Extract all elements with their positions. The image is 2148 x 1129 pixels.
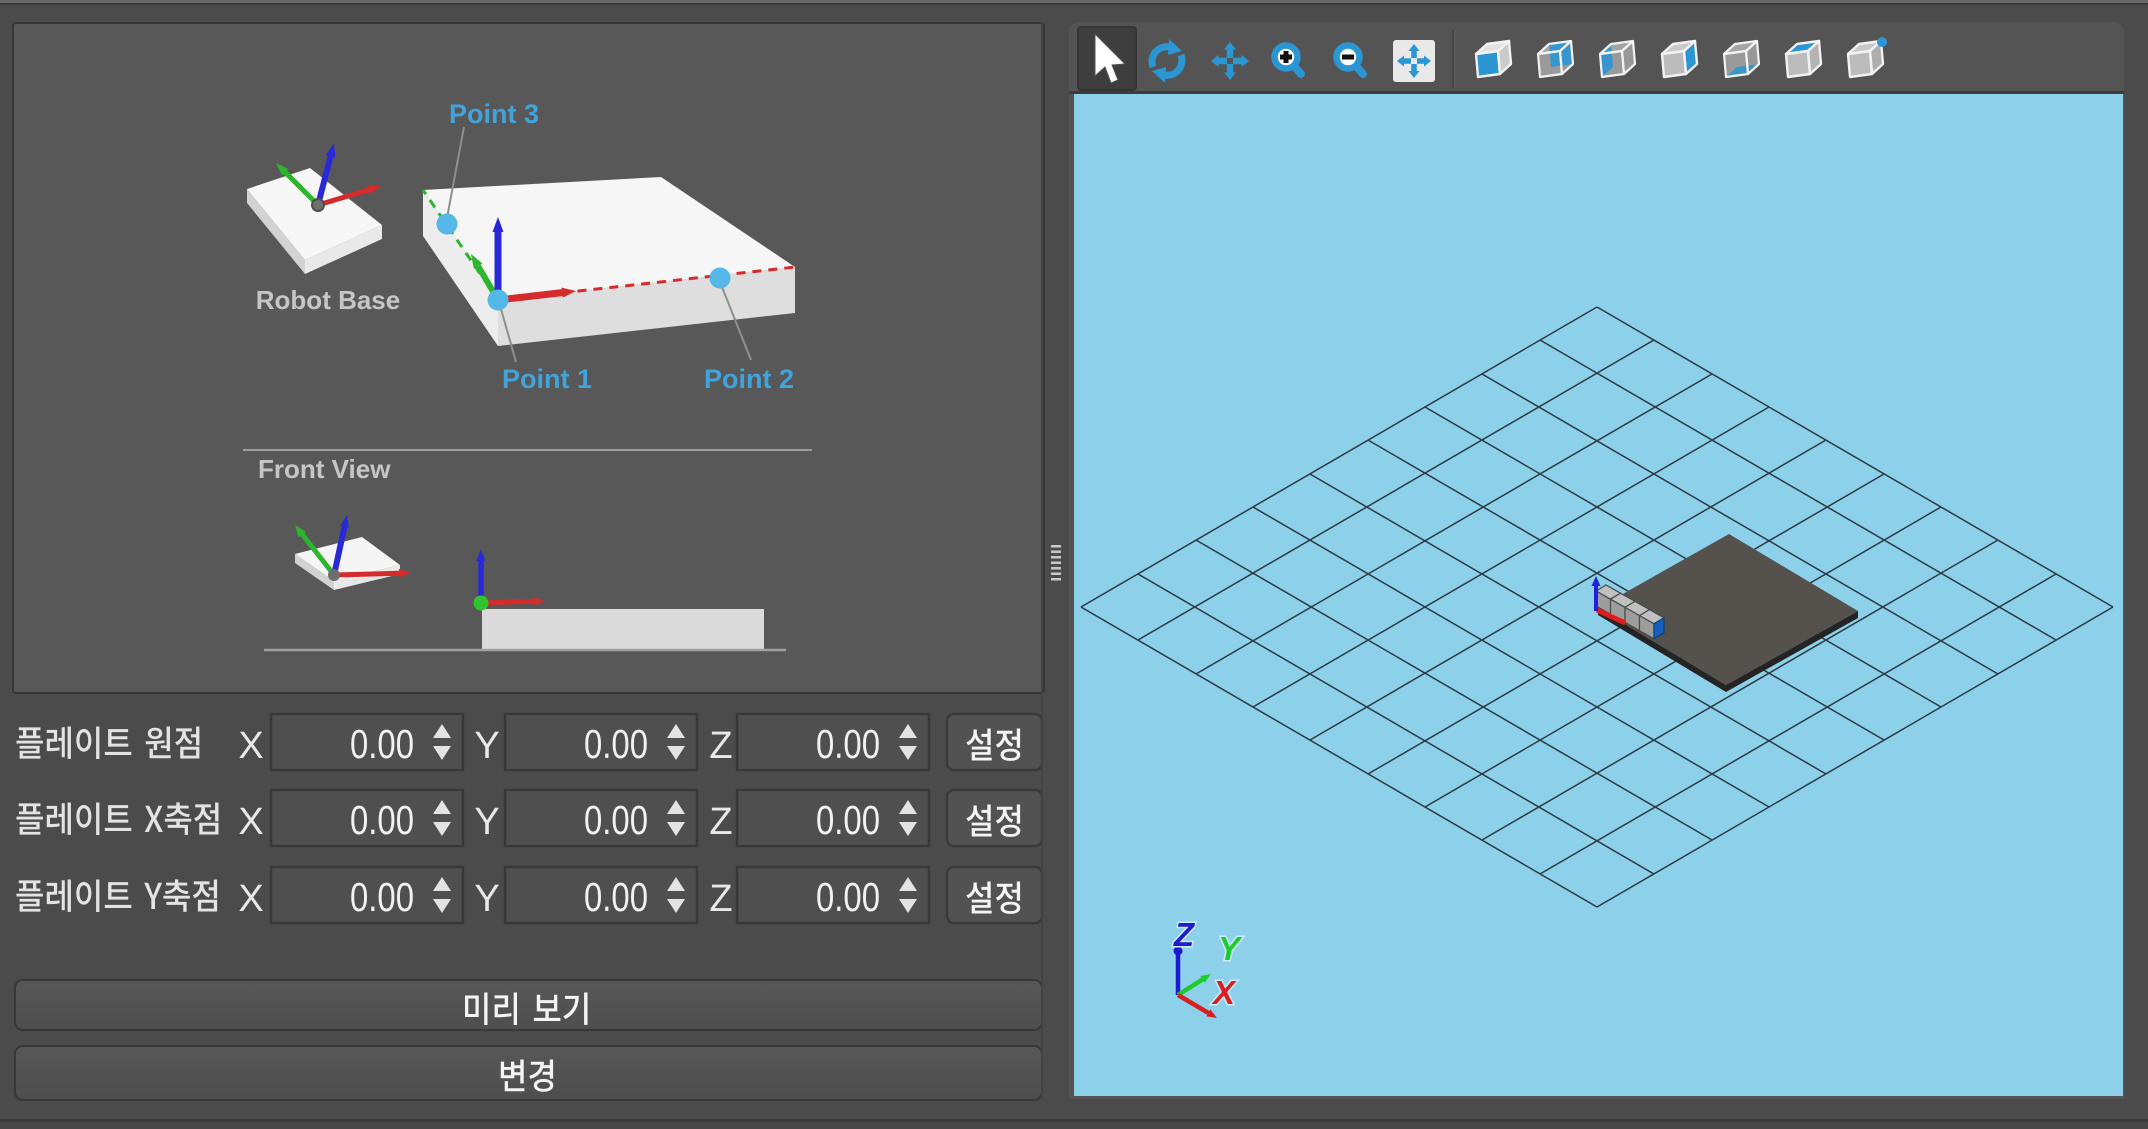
svg-text:Z: Z [709, 878, 732, 920]
svg-text:X: X [1211, 974, 1237, 1011]
svg-text:0.00: 0.00 [350, 874, 414, 920]
svg-text:Z: Z [709, 801, 732, 843]
svg-text:Z: Z [709, 725, 732, 767]
svg-text:0.00: 0.00 [350, 721, 414, 767]
svg-text:0.00: 0.00 [816, 721, 880, 767]
svg-text:Front View: Front View [258, 454, 391, 484]
svg-text:Robot Base: Robot Base [256, 285, 400, 315]
svg-text:Point 2: Point 2 [704, 364, 794, 394]
svg-text:0.00: 0.00 [816, 797, 880, 843]
svg-text:Y: Y [474, 801, 499, 843]
svg-text:Point 3: Point 3 [449, 99, 539, 129]
svg-text:0.00: 0.00 [584, 797, 648, 843]
svg-text:Y: Y [474, 725, 499, 767]
svg-text:0.00: 0.00 [816, 874, 880, 920]
svg-text:0.00: 0.00 [350, 797, 414, 843]
svg-text:0.00: 0.00 [584, 721, 648, 767]
svg-text:0.00: 0.00 [584, 874, 648, 920]
svg-text:Z: Z [1173, 916, 1196, 953]
svg-text:X: X [238, 801, 263, 843]
svg-text:X: X [238, 878, 263, 920]
svg-text:Y: Y [1218, 930, 1243, 967]
svg-text:Point 1: Point 1 [502, 364, 592, 394]
svg-text:X: X [238, 725, 263, 767]
svg-text:Y: Y [474, 878, 499, 920]
